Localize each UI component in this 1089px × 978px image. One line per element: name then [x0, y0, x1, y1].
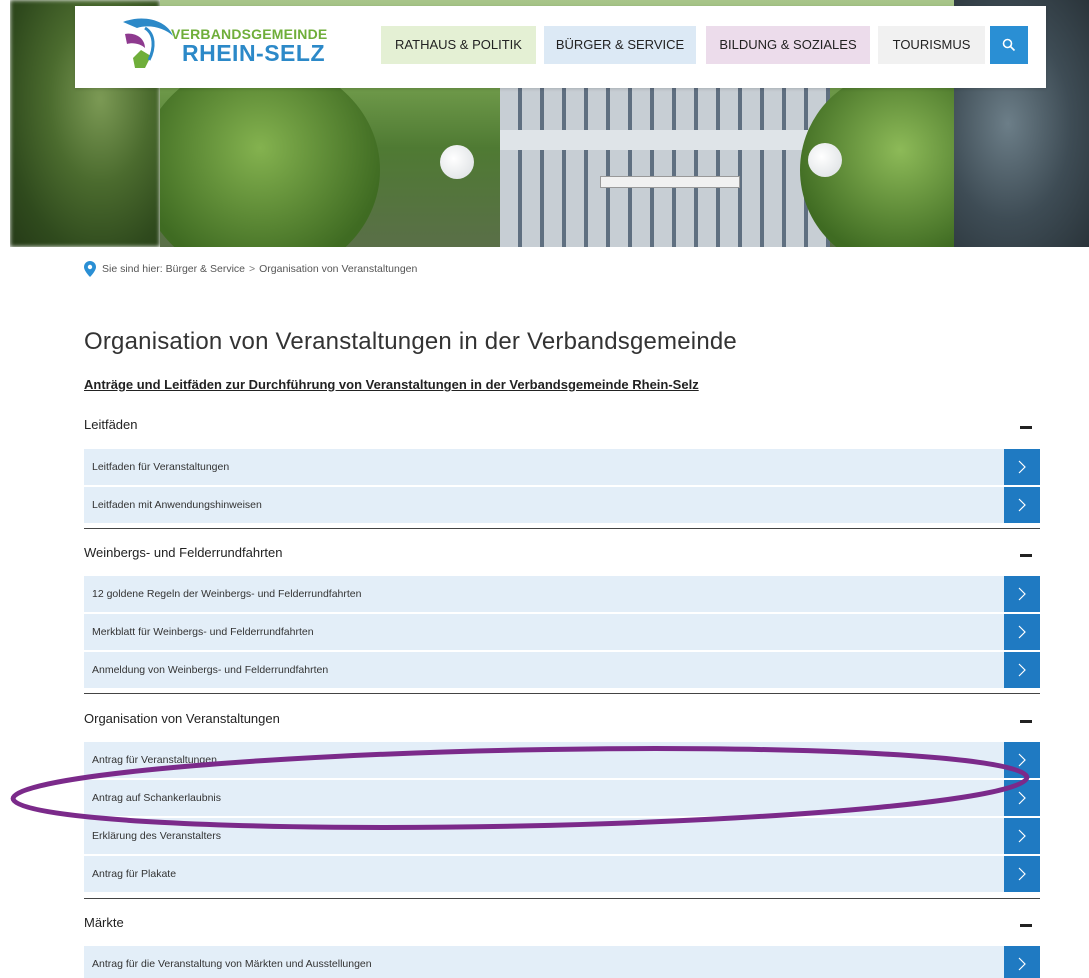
section-header-organisation[interactable]: Organisation von Veranstaltungen: [84, 703, 1040, 733]
breadcrumb: Sie sind hier: Bürger & Service > Organi…: [84, 260, 417, 278]
page-subtitle: Anträge und Leitfäden zur Durchführung v…: [84, 377, 699, 392]
list-item[interactable]: Leitfaden für Veranstaltungen: [84, 449, 1040, 485]
logo-text-bottom: RHEIN-SELZ: [182, 40, 325, 66]
building: [500, 80, 830, 247]
chevron-right-icon[interactable]: [1004, 818, 1040, 854]
chevron-right-icon[interactable]: [1004, 652, 1040, 688]
list-item[interactable]: Erklärung des Veranstalters: [84, 818, 1040, 854]
nav-rathaus-politik[interactable]: RATHAUS & POLITIK: [381, 26, 536, 64]
list-item[interactable]: Antrag für Veranstaltungen: [84, 742, 1040, 778]
location-pin-icon: [84, 261, 96, 277]
chevron-right-icon[interactable]: [1004, 946, 1040, 978]
chevron-right-icon[interactable]: [1004, 576, 1040, 612]
site-logo[interactable]: VERBANDSGEMEINDE RHEIN-SELZ: [115, 14, 345, 76]
nav-buerger-service[interactable]: BÜRGER & SERVICE: [544, 26, 696, 64]
section-header-leitfaeden[interactable]: Leitfäden: [84, 409, 1040, 439]
chevron-right-icon[interactable]: [1004, 614, 1040, 650]
list-item[interactable]: Antrag auf Schankerlaubnis: [84, 780, 1040, 816]
page-title: Organisation von Veranstaltungen in der …: [84, 328, 737, 355]
list-item[interactable]: Leitfaden mit Anwendungshinweisen: [84, 487, 1040, 523]
list-item-label: Leitfaden für Veranstaltungen: [92, 461, 230, 473]
breadcrumb-item-buerger-service[interactable]: Bürger & Service: [166, 263, 245, 275]
chevron-right-icon[interactable]: [1004, 780, 1040, 816]
collapse-icon[interactable]: [1020, 553, 1032, 557]
logo-mark-icon: [123, 18, 173, 68]
section-divider: [84, 528, 1040, 529]
collapse-icon[interactable]: [1020, 719, 1032, 723]
chevron-right-icon[interactable]: [1004, 742, 1040, 778]
collapse-icon[interactable]: [1020, 425, 1032, 429]
section-title: Leitfäden: [84, 416, 138, 432]
nav-bildung-soziales[interactable]: BILDUNG & SOZIALES: [706, 26, 870, 64]
street-lamp: [808, 143, 842, 177]
list-item[interactable]: Antrag für Plakate: [84, 856, 1040, 892]
building-banner: [600, 176, 740, 188]
breadcrumb-separator: >: [249, 263, 256, 275]
section-title: Weinbergs- und Felderrundfahrten: [84, 544, 283, 560]
list-item-label: Merkblatt für Weinbergs- und Felderrundf…: [92, 626, 314, 638]
list-item[interactable]: 12 goldene Regeln der Weinbergs- und Fel…: [84, 576, 1040, 612]
list-item-label: Erklärung des Veranstalters: [92, 830, 221, 842]
chevron-right-icon[interactable]: [1004, 487, 1040, 523]
list-item[interactable]: Anmeldung von Weinbergs- und Felderrundf…: [84, 652, 1040, 688]
list-item-label: Anmeldung von Weinbergs- und Felderrundf…: [92, 664, 329, 676]
section-header-maerkte[interactable]: Märkte: [84, 907, 1040, 937]
nav-tourismus[interactable]: TOURISMUS: [878, 26, 985, 64]
list-item-label: Antrag auf Schankerlaubnis: [92, 792, 221, 804]
list-item[interactable]: Antrag für die Veranstaltung von Märkten…: [84, 946, 1040, 978]
tree-left: [160, 60, 380, 247]
list-item[interactable]: Merkblatt für Weinbergs- und Felderrundf…: [84, 614, 1040, 650]
site-header: VERBANDSGEMEINDE RHEIN-SELZ RATHAUS & PO…: [75, 6, 1046, 88]
section-title: Organisation von Veranstaltungen: [84, 710, 280, 726]
list-item-label: Leitfaden mit Anwendungshinweisen: [92, 499, 262, 511]
section-header-weinbergs[interactable]: Weinbergs- und Felderrundfahrten: [84, 537, 1040, 567]
chevron-right-icon[interactable]: [1004, 856, 1040, 892]
section-divider: [84, 898, 1040, 899]
building-band: [500, 130, 830, 150]
search-button[interactable]: [990, 26, 1028, 64]
breadcrumb-item-current: Organisation von Veranstaltungen: [259, 263, 418, 275]
street-lamp: [440, 145, 474, 179]
collapse-icon[interactable]: [1020, 923, 1032, 927]
breadcrumb-prefix: Sie sind hier:: [102, 263, 163, 275]
chevron-right-icon[interactable]: [1004, 449, 1040, 485]
list-item-label: 12 goldene Regeln der Weinbergs- und Fel…: [92, 588, 362, 600]
section-divider: [84, 693, 1040, 694]
main-nav: RATHAUS & POLITIK BÜRGER & SERVICE BILDU…: [381, 26, 985, 64]
list-item-label: Antrag für Plakate: [92, 868, 177, 880]
section-title: Märkte: [84, 914, 124, 930]
search-icon: [1002, 38, 1016, 52]
list-item-label: Antrag für die Veranstaltung von Märkten…: [92, 958, 372, 970]
list-item-label: Antrag für Veranstaltungen: [92, 754, 217, 766]
